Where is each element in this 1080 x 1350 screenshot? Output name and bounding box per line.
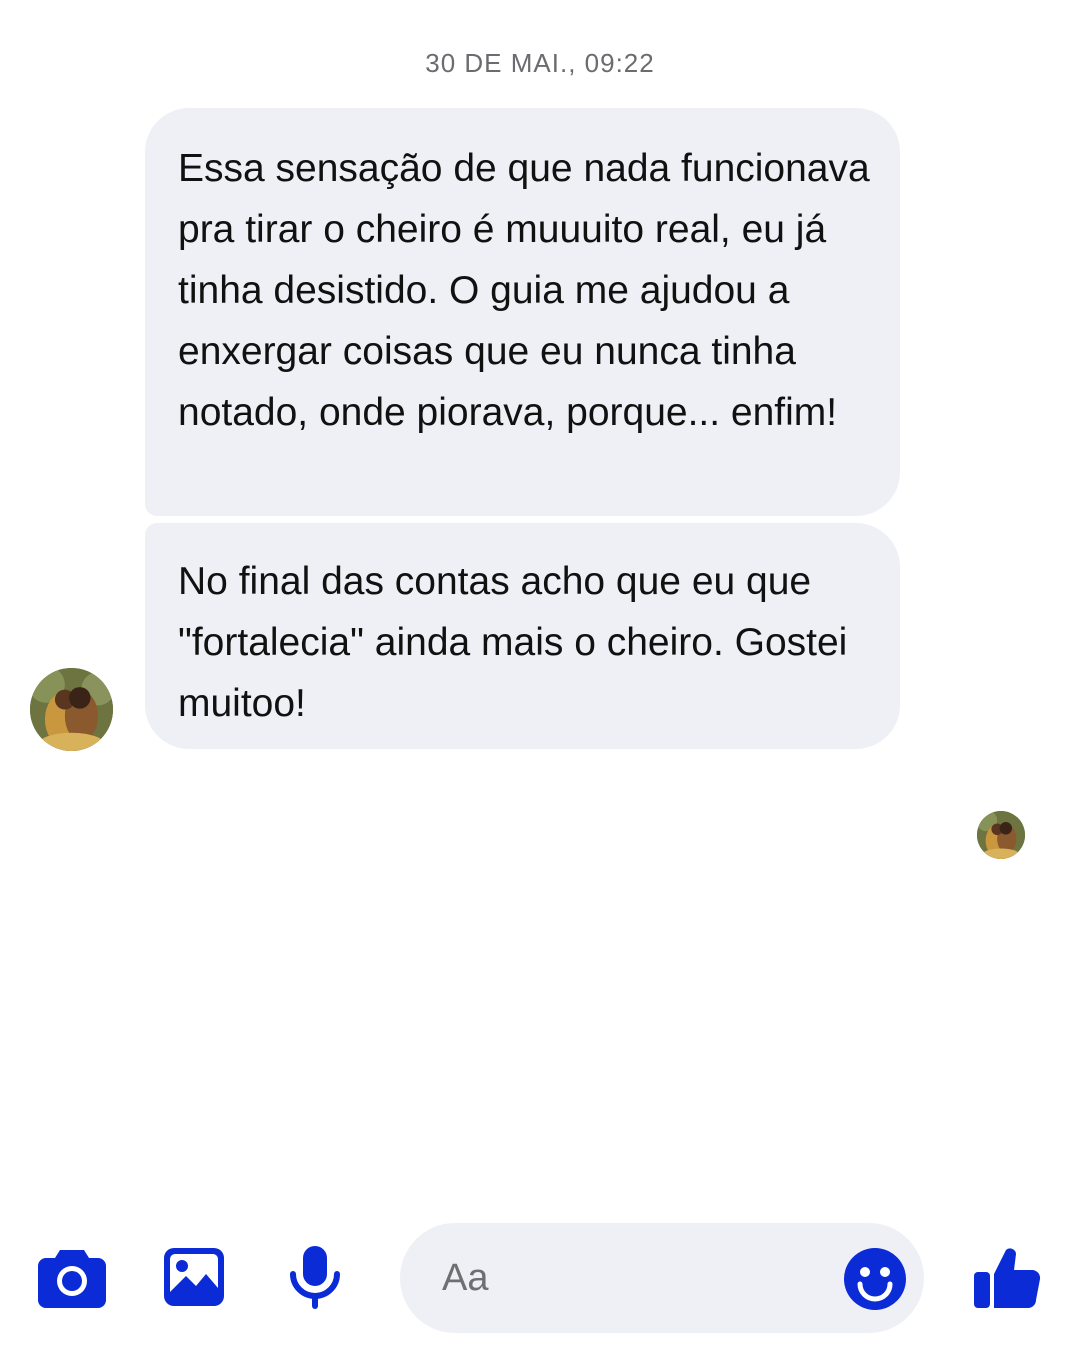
image-icon [164,1248,224,1306]
message-bubble[interactable]: No final das contas acho que eu que "for… [145,523,900,749]
message-text: Essa sensação de que nada funcionava pra… [178,147,870,434]
message-text: No final das contas acho que eu que "for… [178,560,848,725]
emoji-button[interactable] [843,1247,907,1311]
message-bubble[interactable]: Essa sensação de que nada funcionava pra… [145,108,900,516]
camera-button[interactable] [38,1246,106,1308]
chat-screen: 30 DE MAI., 09:22 Essa sensação de que n… [0,0,1080,1350]
message-timestamp: 30 DE MAI., 09:22 [425,48,655,78]
message-composer: Aa [0,1220,1080,1340]
microphone-button[interactable] [287,1244,343,1310]
thumbs-up-icon [974,1248,1041,1308]
sender-avatar[interactable] [30,668,113,751]
read-receipt-avatar [977,811,1025,859]
message-input[interactable]: Aa [400,1223,924,1333]
like-button[interactable] [970,1242,1042,1310]
avatar-photo-icon [30,668,113,751]
emoji-icon [844,1248,906,1310]
avatar-photo-icon [977,811,1025,859]
message-input-placeholder: Aa [442,1257,489,1299]
gallery-button[interactable] [162,1246,226,1308]
microphone-icon [290,1246,340,1309]
camera-icon [38,1250,106,1308]
